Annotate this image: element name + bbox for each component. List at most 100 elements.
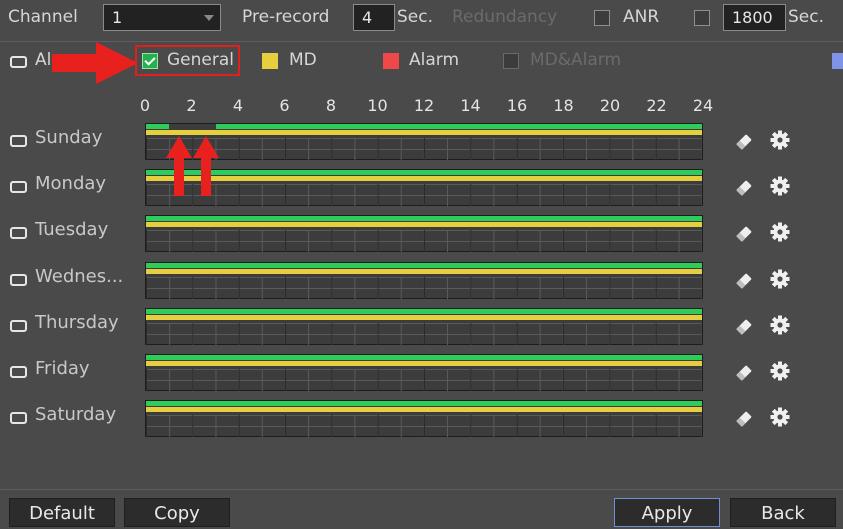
day-select-icon[interactable] xyxy=(10,181,27,194)
gear-icon[interactable] xyxy=(770,176,790,196)
all-icon[interactable] xyxy=(10,56,27,68)
eraser-icon[interactable] xyxy=(735,272,753,290)
general-label: General xyxy=(167,50,234,70)
general-segment xyxy=(146,124,170,129)
hour-tick-label: 0 xyxy=(139,96,151,115)
day-timeline[interactable] xyxy=(145,354,703,391)
hour-tick-label: 6 xyxy=(279,96,290,115)
day-timeline[interactable] xyxy=(145,261,703,299)
md-segment xyxy=(146,407,702,413)
timeline-grid-major xyxy=(146,138,702,160)
timeline-grid-major xyxy=(146,230,702,253)
hour-tick-label: 22 xyxy=(646,96,667,115)
timeline-grid-major xyxy=(146,322,702,345)
alarm-label: Alarm xyxy=(409,50,460,70)
gear-icon[interactable] xyxy=(770,315,790,335)
hour-tick-label: 2 xyxy=(186,96,197,115)
general-segment xyxy=(146,170,702,176)
md-label: MD xyxy=(289,50,317,70)
back-button[interactable]: Back xyxy=(730,498,836,527)
timeline-grid-major xyxy=(146,276,702,299)
gear-icon[interactable] xyxy=(770,222,790,242)
general-segment xyxy=(146,262,702,268)
red-arrow-icon xyxy=(52,42,138,84)
day-select-icon[interactable] xyxy=(10,366,27,378)
general-segment xyxy=(146,401,702,407)
channel-select[interactable]: 1 xyxy=(103,4,221,31)
hour-tick-label: 18 xyxy=(553,96,574,115)
day-timeline[interactable] xyxy=(145,169,703,207)
hour-tick-label: 10 xyxy=(367,96,388,115)
gear-icon[interactable] xyxy=(770,269,790,289)
anr-enable-checkbox[interactable] xyxy=(694,10,710,26)
anr-label: ANR xyxy=(623,7,660,27)
hour-tick-label: 24 xyxy=(692,96,714,115)
gear-icon[interactable] xyxy=(770,407,790,427)
gear-icon[interactable] xyxy=(770,361,790,381)
day-label: Thursday xyxy=(35,311,119,333)
footer-divider xyxy=(0,489,843,490)
hour-tick-label: 16 xyxy=(506,96,528,115)
anr-input[interactable]: 1800 xyxy=(723,4,786,31)
day-label: Saturday xyxy=(35,404,117,426)
channel-value: 1 xyxy=(112,8,123,27)
md-segment xyxy=(146,222,702,228)
mdalarm-label: MD&Alarm xyxy=(530,50,622,70)
general-checkbox[interactable] xyxy=(142,53,158,69)
prerecord-unit: Sec. xyxy=(397,7,434,27)
eraser-icon[interactable] xyxy=(735,318,753,336)
default-button[interactable]: Default xyxy=(9,498,115,527)
hour-tick-label: 8 xyxy=(325,96,337,115)
anr-value: 1800 xyxy=(732,8,773,27)
day-timeline[interactable] xyxy=(145,307,703,345)
day-select-icon[interactable] xyxy=(10,227,27,240)
md-swatch[interactable] xyxy=(262,53,278,69)
day-select-icon[interactable] xyxy=(10,135,27,147)
md-segment xyxy=(146,176,702,182)
day-label: Tuesday xyxy=(35,219,109,241)
eraser-icon[interactable] xyxy=(735,133,753,151)
day-timeline[interactable] xyxy=(145,215,703,253)
apply-button[interactable]: Apply xyxy=(614,498,720,527)
channel-label: Channel xyxy=(8,7,78,27)
copy-button[interactable]: Copy xyxy=(124,498,230,527)
mdalarm-checkbox[interactable] xyxy=(503,53,519,69)
prerecord-value: 4 xyxy=(362,8,373,27)
redundancy-label: Redundancy xyxy=(452,7,558,27)
all-label: Al xyxy=(35,50,52,70)
md-segment xyxy=(146,268,702,274)
anr-checkbox[interactable] xyxy=(594,10,610,26)
day-select-icon[interactable] xyxy=(10,319,27,332)
day-select-icon[interactable] xyxy=(10,273,27,286)
hour-tick-label: 4 xyxy=(232,96,244,115)
md-segment xyxy=(146,361,702,366)
timeline-grid-major xyxy=(146,184,702,207)
day-label: Friday xyxy=(35,358,90,379)
chevron-down-icon xyxy=(204,15,214,21)
eraser-icon[interactable] xyxy=(735,179,753,197)
md-segment xyxy=(146,130,702,135)
day-timeline[interactable] xyxy=(145,123,703,160)
general-segment xyxy=(146,355,702,360)
anr-unit: Sec. xyxy=(788,7,825,27)
day-select-icon[interactable] xyxy=(10,412,27,425)
day-label: Monday xyxy=(35,173,107,195)
mdalarm-swatch[interactable] xyxy=(832,53,843,69)
alarm-swatch[interactable] xyxy=(383,53,399,69)
hour-tick-label: 12 xyxy=(413,96,435,115)
gear-icon[interactable] xyxy=(770,130,790,150)
eraser-icon[interactable] xyxy=(735,364,753,382)
eraser-icon[interactable] xyxy=(735,225,753,243)
md-segment xyxy=(146,314,702,320)
prerecord-input[interactable]: 4 xyxy=(353,4,395,31)
timeline-grid-major xyxy=(146,415,702,438)
prerecord-label: Pre-record xyxy=(242,7,330,27)
general-segment xyxy=(146,308,702,314)
eraser-icon[interactable] xyxy=(735,410,753,428)
timeline-grid-major xyxy=(146,369,702,391)
day-label: Wednes... xyxy=(35,265,124,287)
day-timeline[interactable] xyxy=(145,400,703,438)
red-arrow-icon xyxy=(166,136,192,196)
general-segment xyxy=(146,216,702,222)
hour-tick-label: 20 xyxy=(599,96,621,115)
